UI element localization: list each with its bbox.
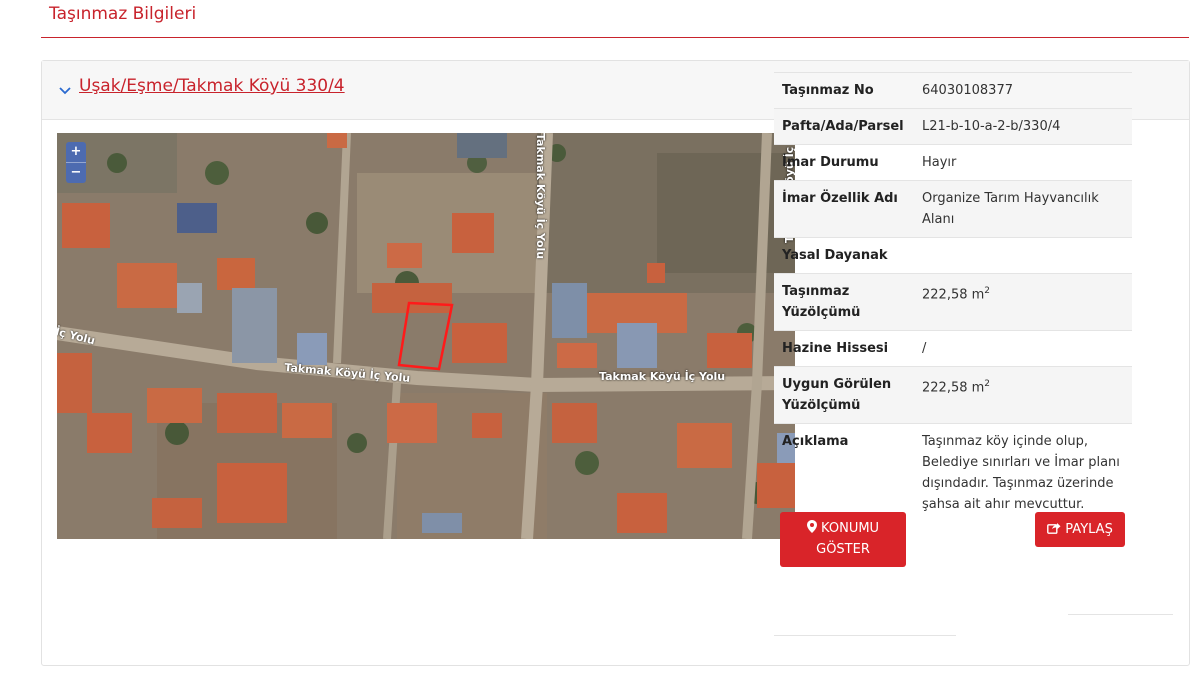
table-row: İmar Durumu Hayır: [774, 144, 1132, 181]
table-row: Pafta/Ada/Parsel L21-b-10-a-2-b/330/4: [774, 108, 1132, 145]
share-button[interactable]: PAYLAŞ: [1035, 512, 1125, 547]
table-row: Hazine Hissesi /: [774, 330, 1132, 367]
title-divider: [41, 37, 1189, 38]
map-marker-icon: [806, 520, 817, 533]
location-link[interactable]: Uşak/Eşme/Takmak Köyü 330/4: [79, 76, 345, 96]
row-label: Hazine Hissesi: [774, 330, 914, 367]
row-value: Organize Tarım Hayvancılık Alanı: [914, 180, 1132, 238]
map-zoom-control: + −: [66, 142, 86, 183]
row-label: Uygun Görülen Yüzölçümü: [774, 366, 914, 424]
row-value: 222,58 m2: [914, 366, 1132, 424]
table-row: İmar Özellik Adı Organize Tarım Hayvancı…: [774, 180, 1132, 238]
zoom-in-button[interactable]: +: [66, 142, 86, 163]
show-location-button[interactable]: KONUMU GÖSTER: [780, 512, 906, 567]
row-label: Yasal Dayanak: [774, 237, 914, 274]
table-row: Yasal Dayanak: [774, 237, 1132, 274]
row-value: Hayır: [914, 144, 1132, 181]
row-label: Taşınmaz Yüzölçümü: [774, 273, 914, 331]
road-label-3: Takmak Köyü İç Yolu: [599, 370, 726, 383]
row-label: Açıklama: [774, 423, 914, 522]
row-value: 222,58 m2: [914, 273, 1132, 331]
row-value: /: [914, 330, 1132, 367]
row-label: İmar Durumu: [774, 144, 914, 181]
share-label: PAYLAŞ: [1065, 522, 1113, 537]
row-value: Taşınmaz köy içinde olup, Belediye sınır…: [914, 423, 1132, 522]
table-row: Açıklama Taşınmaz köy içinde olup, Beled…: [774, 423, 1132, 522]
show-location-label: KONUMU: [821, 521, 880, 536]
table-row: Taşınmaz Yüzölçümü 222,58 m2: [774, 273, 1132, 331]
show-location-label-2: GÖSTER: [816, 542, 870, 557]
share-icon: [1047, 523, 1061, 534]
page-title: Taşınmaz Bilgileri: [49, 4, 197, 24]
property-info-table: Taşınmaz No 64030108377 Pafta/Ada/Parsel…: [774, 72, 1132, 522]
table-row: Taşınmaz No 64030108377: [774, 72, 1132, 109]
row-label: İmar Özellik Adı: [774, 180, 914, 238]
row-label: Taşınmaz No: [774, 72, 914, 109]
row-value: 64030108377: [914, 72, 1132, 109]
zoom-out-button[interactable]: −: [66, 163, 86, 183]
row-label: Pafta/Ada/Parsel: [774, 108, 914, 145]
row-value: [914, 237, 1132, 274]
divider: [774, 635, 956, 636]
divider: [1068, 614, 1173, 615]
chevron-down-icon[interactable]: [58, 83, 72, 97]
table-row: Uygun Görülen Yüzölçümü 222,58 m2: [774, 366, 1132, 424]
row-value: L21-b-10-a-2-b/330/4: [914, 108, 1132, 145]
satellite-map[interactable]: İç Yolu Takmak Köyü İç Yolu Takmak Köyü …: [57, 133, 795, 539]
map-imagery: [57, 133, 795, 539]
road-label-4: Takmak Köyü İç Yolu: [534, 133, 547, 260]
